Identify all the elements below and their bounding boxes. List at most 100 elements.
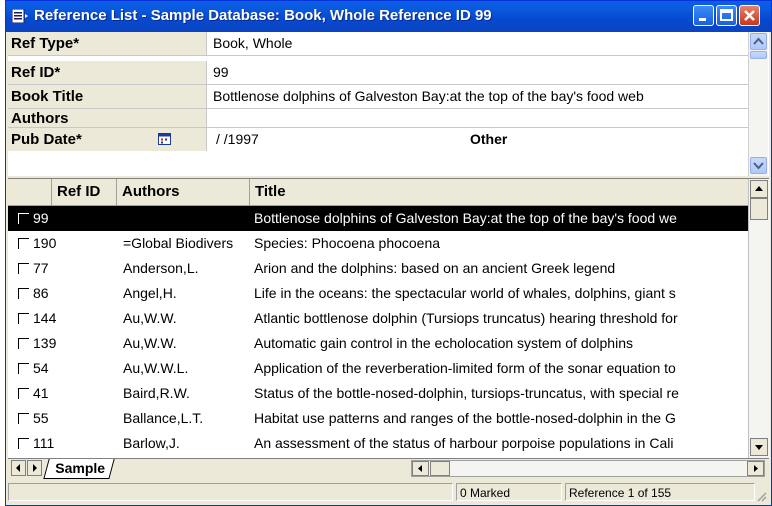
field-ref-id[interactable]: Ref ID* 99 bbox=[8, 61, 748, 85]
mark-checkbox[interactable] bbox=[18, 388, 29, 399]
table-row[interactable]: 111 Barlow,J. An assessment of the status … bbox=[8, 431, 748, 456]
field-label: Ref ID* bbox=[8, 61, 207, 84]
mark-checkbox[interactable] bbox=[18, 313, 29, 324]
field-pub-date[interactable]: Pub Date* / /1997 Other bbox=[8, 128, 748, 152]
cell-title: Atlantic bottlenose dolphin (Tursiops tr… bbox=[254, 310, 678, 326]
table-row[interactable]: 86 Angel,H. Life in the oceans: the specta… bbox=[8, 281, 748, 306]
cell-authors: Au,W.W.L. bbox=[123, 360, 189, 376]
mark-checkbox[interactable] bbox=[18, 263, 29, 274]
table-row[interactable]: 77 Anderson,L. Arion and the dolphins: bas… bbox=[8, 256, 748, 281]
resize-grip-icon[interactable] bbox=[755, 489, 767, 502]
cell-ref-id: 54 bbox=[33, 360, 49, 376]
status-bar: 0 Marked Reference 1 of 155 bbox=[8, 481, 769, 503]
field-ref-type[interactable]: Ref Type* Book, Whole bbox=[8, 32, 748, 56]
cell-title: Arion and the dolphins: based on an anci… bbox=[254, 260, 616, 276]
cell-authors: Angel,H. bbox=[123, 285, 177, 301]
cell-authors: Baird,R.W. bbox=[123, 385, 190, 401]
cell-authors: Au,W.W. bbox=[123, 310, 177, 326]
cell-title: Application of the reverberation-limited… bbox=[254, 360, 676, 376]
cell-title: Habitat use patterns and ranges of the b… bbox=[254, 410, 676, 426]
tab-next-arrow-icon[interactable] bbox=[27, 460, 42, 476]
mark-checkbox[interactable] bbox=[18, 438, 29, 449]
table-row[interactable]: 99 Bottlenose dolphins of Galveston Bay:a… bbox=[8, 206, 748, 231]
grid-header: Ref ID Authors Title bbox=[8, 179, 748, 206]
table-row[interactable]: 139 Au,W.W. Automatic gain control in the … bbox=[8, 331, 748, 356]
cell-authors: Ballance,L.T. bbox=[123, 410, 204, 426]
field-book-title[interactable]: Book Title Bottlenose dolphins of Galves… bbox=[8, 85, 748, 109]
table-row[interactable]: 54 Au,W.W.L. Application of the reverberat… bbox=[8, 356, 748, 381]
window-title: Reference List - Sample Database: Book, … bbox=[34, 7, 492, 24]
table-row[interactable]: 144 Au,W.W. Atlantic bottlenose dolphin (T… bbox=[8, 306, 748, 331]
status-panel-blank bbox=[8, 483, 453, 501]
field-label: Authors bbox=[8, 109, 207, 127]
cell-ref-id: 41 bbox=[33, 385, 49, 401]
scroll-thumb[interactable] bbox=[430, 461, 450, 476]
tab-prev-arrow-icon[interactable] bbox=[11, 460, 26, 476]
field-authors[interactable]: Authors bbox=[8, 109, 748, 128]
mark-checkbox[interactable] bbox=[18, 288, 29, 299]
status-marked: 0 Marked bbox=[456, 483, 562, 501]
mark-checkbox[interactable] bbox=[18, 238, 29, 249]
mark-checkbox[interactable] bbox=[18, 363, 29, 374]
cell-ref-id: 139 bbox=[33, 335, 57, 351]
field-value-ref-id[interactable]: 99 bbox=[213, 64, 229, 80]
cell-authors: =Global Biodivers bbox=[123, 235, 234, 251]
table-row[interactable]: 190 =Global Biodivers Species: Phocoena ph… bbox=[8, 231, 748, 256]
reference-list-window: Reference List - Sample Database: Book, … bbox=[5, 0, 772, 506]
cell-title: Status of the bottle-nosed-dolphin, turs… bbox=[254, 385, 679, 401]
scroll-down-arrow-icon[interactable] bbox=[750, 157, 767, 174]
reference-form: Ref Type* Book, Whole Ref ID* 99 Book Ti… bbox=[8, 32, 769, 176]
horizontal-scrollbar[interactable] bbox=[411, 460, 765, 477]
title-bar[interactable]: Reference List - Sample Database: Book, … bbox=[6, 1, 771, 32]
column-header-ref-id[interactable]: Ref ID bbox=[52, 179, 117, 205]
field-label: Ref Type* bbox=[8, 32, 207, 55]
cell-ref-id: 144 bbox=[33, 310, 57, 326]
table-row[interactable]: 55 Ballance,L.T. Habitat use patterns and … bbox=[8, 406, 748, 431]
grid-scrollbar[interactable] bbox=[748, 179, 770, 459]
form-scrollbar[interactable] bbox=[748, 32, 768, 176]
field-value-pub-date[interactable]: / /1997 bbox=[216, 131, 259, 147]
minimize-button[interactable] bbox=[693, 5, 714, 26]
cell-ref-id: 86 bbox=[33, 285, 49, 301]
app-icon bbox=[11, 8, 28, 24]
cell-ref-id: 190 bbox=[33, 235, 57, 251]
mark-checkbox[interactable] bbox=[18, 338, 29, 349]
scroll-left-arrow-icon[interactable] bbox=[412, 461, 429, 476]
scroll-right-arrow-icon[interactable] bbox=[747, 461, 764, 476]
status-position: Reference 1 of 155 bbox=[565, 483, 755, 501]
cell-ref-id: 99 bbox=[33, 210, 49, 226]
cell-title: Species: Phocoena phocoena bbox=[254, 235, 441, 251]
cell-ref-id: 111 bbox=[33, 435, 55, 451]
column-header-mark[interactable] bbox=[8, 179, 52, 205]
scroll-thumb[interactable] bbox=[750, 198, 768, 220]
cell-title: Automatic gain control in the echolocati… bbox=[254, 335, 633, 351]
scroll-down-arrow-icon[interactable] bbox=[750, 438, 768, 456]
field-label-other: Other bbox=[470, 131, 508, 147]
scroll-up-arrow-icon[interactable] bbox=[750, 33, 767, 50]
field-label: Pub Date* bbox=[8, 128, 207, 151]
sheet-tab-bar: Sample bbox=[8, 458, 769, 479]
tab-sample[interactable]: Sample bbox=[43, 459, 115, 479]
table-row[interactable]: 41 Baird,R.W. Status of the bottle-nosed-d… bbox=[8, 381, 748, 406]
mark-checkbox[interactable] bbox=[18, 413, 29, 424]
cell-title: An assessment of the status of harbour p… bbox=[254, 435, 674, 451]
cell-authors: Barlow,J. bbox=[123, 435, 180, 451]
cell-authors: Au,W.W. bbox=[123, 335, 177, 351]
column-header-title[interactable]: Title bbox=[250, 179, 748, 205]
field-value-book-title[interactable]: Bottlenose dolphins of Galveston Bay:at … bbox=[213, 88, 644, 104]
maximize-button[interactable] bbox=[716, 5, 737, 26]
cell-title: Bottlenose dolphins of Galveston Bay:at … bbox=[254, 210, 677, 226]
field-value-ref-type[interactable]: Book, Whole bbox=[213, 35, 292, 51]
field-label: Book Title bbox=[8, 85, 207, 108]
cell-authors: Anderson,L. bbox=[123, 260, 199, 276]
scroll-thumb[interactable] bbox=[750, 51, 767, 59]
close-button[interactable] bbox=[739, 5, 760, 26]
cell-ref-id: 55 bbox=[33, 410, 49, 426]
calendar-icon[interactable] bbox=[158, 132, 171, 145]
column-header-authors[interactable]: Authors bbox=[117, 179, 250, 205]
reference-grid: Ref ID Authors Title 99 Bottlenose dolphi… bbox=[8, 178, 770, 459]
cell-title: Life in the oceans: the spectacular worl… bbox=[254, 285, 676, 301]
scroll-up-arrow-icon[interactable] bbox=[750, 180, 768, 198]
cell-ref-id: 77 bbox=[33, 260, 49, 276]
mark-checkbox[interactable] bbox=[18, 213, 29, 224]
